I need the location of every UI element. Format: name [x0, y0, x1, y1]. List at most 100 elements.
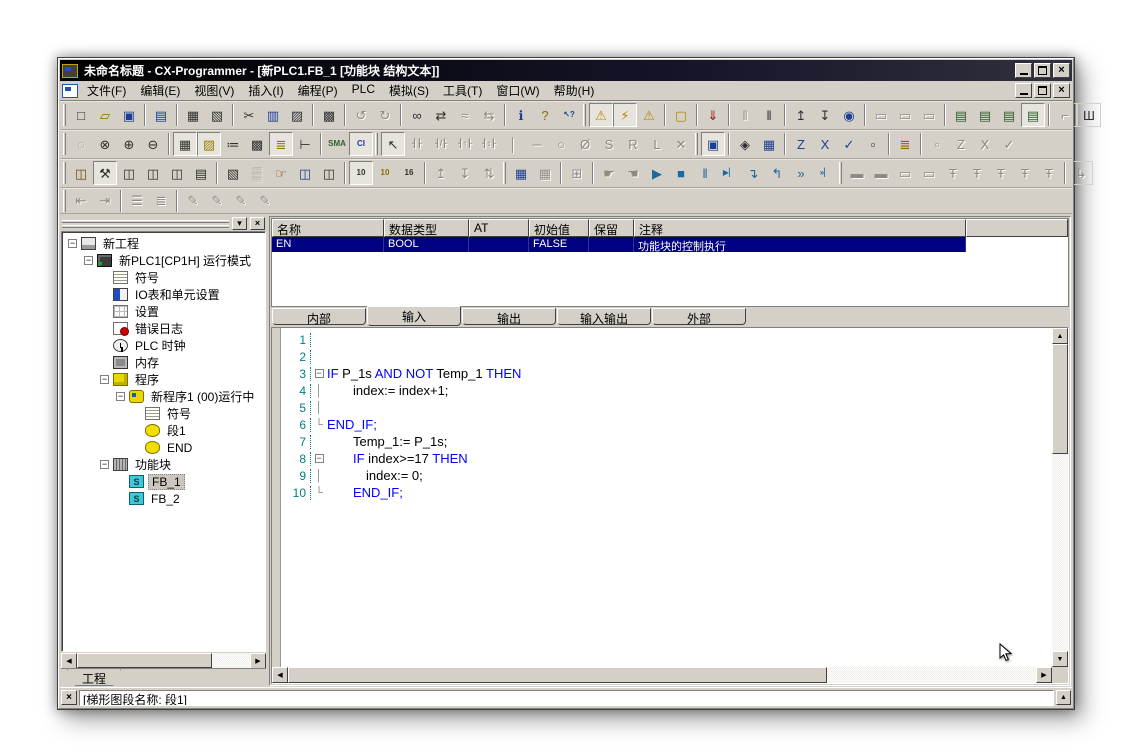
output-message[interactable]: [梯形图段名称: 段1]: [79, 690, 1054, 706]
pen-insert-button[interactable]: ✎: [181, 189, 205, 213]
contact-no-button[interactable]: ┨┠: [405, 132, 429, 156]
scroll-up-button[interactable]: ▲: [1052, 328, 1068, 344]
stop-button[interactable]: ■: [669, 161, 693, 185]
context-help-button[interactable]: ↖?: [557, 103, 581, 127]
menu-item-plc[interactable]: PLC: [345, 81, 382, 101]
column-header[interactable]: 数据类型: [384, 219, 469, 237]
scrollbar-track[interactable]: [288, 667, 1036, 683]
tab-内部[interactable]: 内部: [272, 308, 366, 325]
tab-外部[interactable]: 外部: [652, 308, 746, 325]
panel-drag-grip[interactable]: [62, 220, 229, 228]
menu-item-help[interactable]: 帮助(H): [547, 81, 602, 101]
auto-online-button[interactable]: ▦: [533, 161, 557, 185]
work-online-simulator-button[interactable]: ☞: [269, 161, 293, 185]
rack-view-2-button[interactable]: ▤: [973, 103, 997, 127]
column-header[interactable]: 名称: [272, 219, 384, 237]
compare-with-plc-button[interactable]: ⇅: [477, 161, 501, 185]
force-status-button[interactable]: ▫: [861, 132, 885, 156]
tab-输入输出[interactable]: 输入输出: [557, 308, 651, 325]
memory-card-1-button[interactable]: ▬: [845, 161, 869, 185]
toolbar-grip[interactable]: [63, 133, 66, 155]
toggle-xref-window-button[interactable]: ◫: [165, 161, 189, 185]
minimize-button[interactable]: [1015, 63, 1032, 78]
online-edit-send-button[interactable]: ▭: [893, 103, 917, 127]
new-file-button[interactable]: □: [69, 103, 93, 127]
tree-item--[interactable]: 错误日志: [64, 320, 265, 337]
transfer-with-check-button[interactable]: ⇓: [701, 103, 725, 127]
panel-menu-button[interactable]: ▾: [232, 217, 247, 230]
mnemonic-view-button[interactable]: SMA: [325, 132, 349, 156]
code-line[interactable]: 6└END_IF;: [281, 416, 1052, 433]
zoom-tool-button[interactable]: ◌: [69, 132, 93, 156]
menu-item-view[interactable]: 视图(V): [187, 81, 241, 101]
tree-item--1[interactable]: 段1: [64, 422, 265, 439]
tree-expand-box[interactable]: −: [100, 460, 109, 469]
scrollbar-track[interactable]: [77, 653, 250, 668]
grid-toggle-button[interactable]: ▦: [173, 132, 197, 156]
toggle-watch-window-button[interactable]: ◫: [117, 161, 141, 185]
copy-to-library-button[interactable]: ▩: [317, 103, 341, 127]
tree-item--[interactable]: 内存: [64, 354, 265, 371]
monitor-z-button[interactable]: Z: [949, 132, 973, 156]
tree-item-io-[interactable]: IO表和单元设置: [64, 286, 265, 303]
tree-item--[interactable]: 符号: [64, 405, 265, 422]
find-next-button[interactable]: ≈: [453, 103, 477, 127]
menu-item-file[interactable]: 文件(F): [80, 81, 133, 101]
output-close-button[interactable]: ×: [61, 690, 77, 705]
tab-输出[interactable]: 输出: [462, 308, 556, 325]
menu-item-insert[interactable]: 插入(I): [241, 81, 290, 101]
scroll-right-button[interactable]: ▶: [1036, 667, 1052, 683]
io-table-window-button[interactable]: ◫: [293, 161, 317, 185]
scrollbar-thumb[interactable]: [1052, 344, 1068, 454]
mdi-close-button[interactable]: ×: [1053, 83, 1070, 98]
contact-nc-button[interactable]: ┨/┠: [429, 132, 453, 156]
step-over-button[interactable]: ↰: [765, 161, 789, 185]
radix-decimal-button[interactable]: 10: [349, 161, 373, 185]
coil-button[interactable]: ○: [549, 132, 573, 156]
force-cancel-button[interactable]: ✓: [837, 132, 861, 156]
program-check-button[interactable]: ▒: [245, 161, 269, 185]
work-online-button[interactable]: ▦: [509, 161, 533, 185]
data-trace-button[interactable]: ◈: [733, 132, 757, 156]
find-address-error-button[interactable]: ⚠: [637, 103, 661, 127]
code-lines[interactable]: 123−IF P_1s AND NOT Temp_1 THEN4│index:=…: [281, 328, 1052, 667]
horizontal-line-button[interactable]: ─: [525, 132, 549, 156]
column-header[interactable]: AT: [469, 219, 529, 237]
toolbar-grip[interactable]: [375, 133, 378, 155]
toolbar-grip[interactable]: [839, 162, 842, 184]
set-coil-button[interactable]: S: [597, 132, 621, 156]
save-project-button[interactable]: ▣: [117, 103, 141, 127]
export-program-button[interactable]: ↥: [789, 103, 813, 127]
transfer-from-plc-button[interactable]: ↧: [453, 161, 477, 185]
column-header[interactable]: 注释: [634, 219, 966, 237]
cut-button[interactable]: ✂: [237, 103, 261, 127]
copy-with-check-button[interactable]: ▢: [669, 103, 693, 127]
fold-collapse-icon[interactable]: −: [315, 369, 324, 378]
restore-button[interactable]: [1034, 63, 1051, 78]
toggle-output-window-button[interactable]: ◫: [141, 161, 165, 185]
tree-item-end[interactable]: END: [64, 439, 265, 456]
menu-item-tools[interactable]: 工具(T): [436, 81, 489, 101]
time-chart-button[interactable]: ▦: [757, 132, 781, 156]
step-to-break-button[interactable]: ▶▏: [717, 161, 741, 185]
indent-decrease-button[interactable]: ⇤: [69, 189, 93, 213]
code-line[interactable]: 3−IF P_1s AND NOT Temp_1 THEN: [281, 365, 1052, 382]
code-line[interactable]: 5│: [281, 399, 1052, 416]
toolbar-grip[interactable]: [63, 190, 66, 212]
tree-expand-box[interactable]: −: [84, 256, 93, 265]
rack-view-3-button[interactable]: ▤: [997, 103, 1021, 127]
tree-item--1-00-[interactable]: −新程序1 (00)运行中: [64, 388, 265, 405]
run-button[interactable]: ▶: [645, 161, 669, 185]
tree-item--[interactable]: −程序: [64, 371, 265, 388]
scroll-left-button[interactable]: ◀: [272, 667, 288, 683]
radix-hex-button[interactable]: 16: [397, 161, 421, 185]
ci-view-button[interactable]: CI: [349, 132, 373, 156]
zoom-out-button[interactable]: ⊖: [141, 132, 165, 156]
memory-table-4-button[interactable]: Ŧ: [1013, 161, 1037, 185]
scroll-left-button[interactable]: ◀: [61, 653, 77, 669]
pen-delete-button[interactable]: ✎: [229, 189, 253, 213]
copy-button[interactable]: ▥: [261, 103, 285, 127]
find-button[interactable]: ∞: [405, 103, 429, 127]
compile-check-button[interactable]: ⚠: [589, 103, 613, 127]
menu-item-window[interactable]: 窗口(W): [489, 81, 546, 101]
